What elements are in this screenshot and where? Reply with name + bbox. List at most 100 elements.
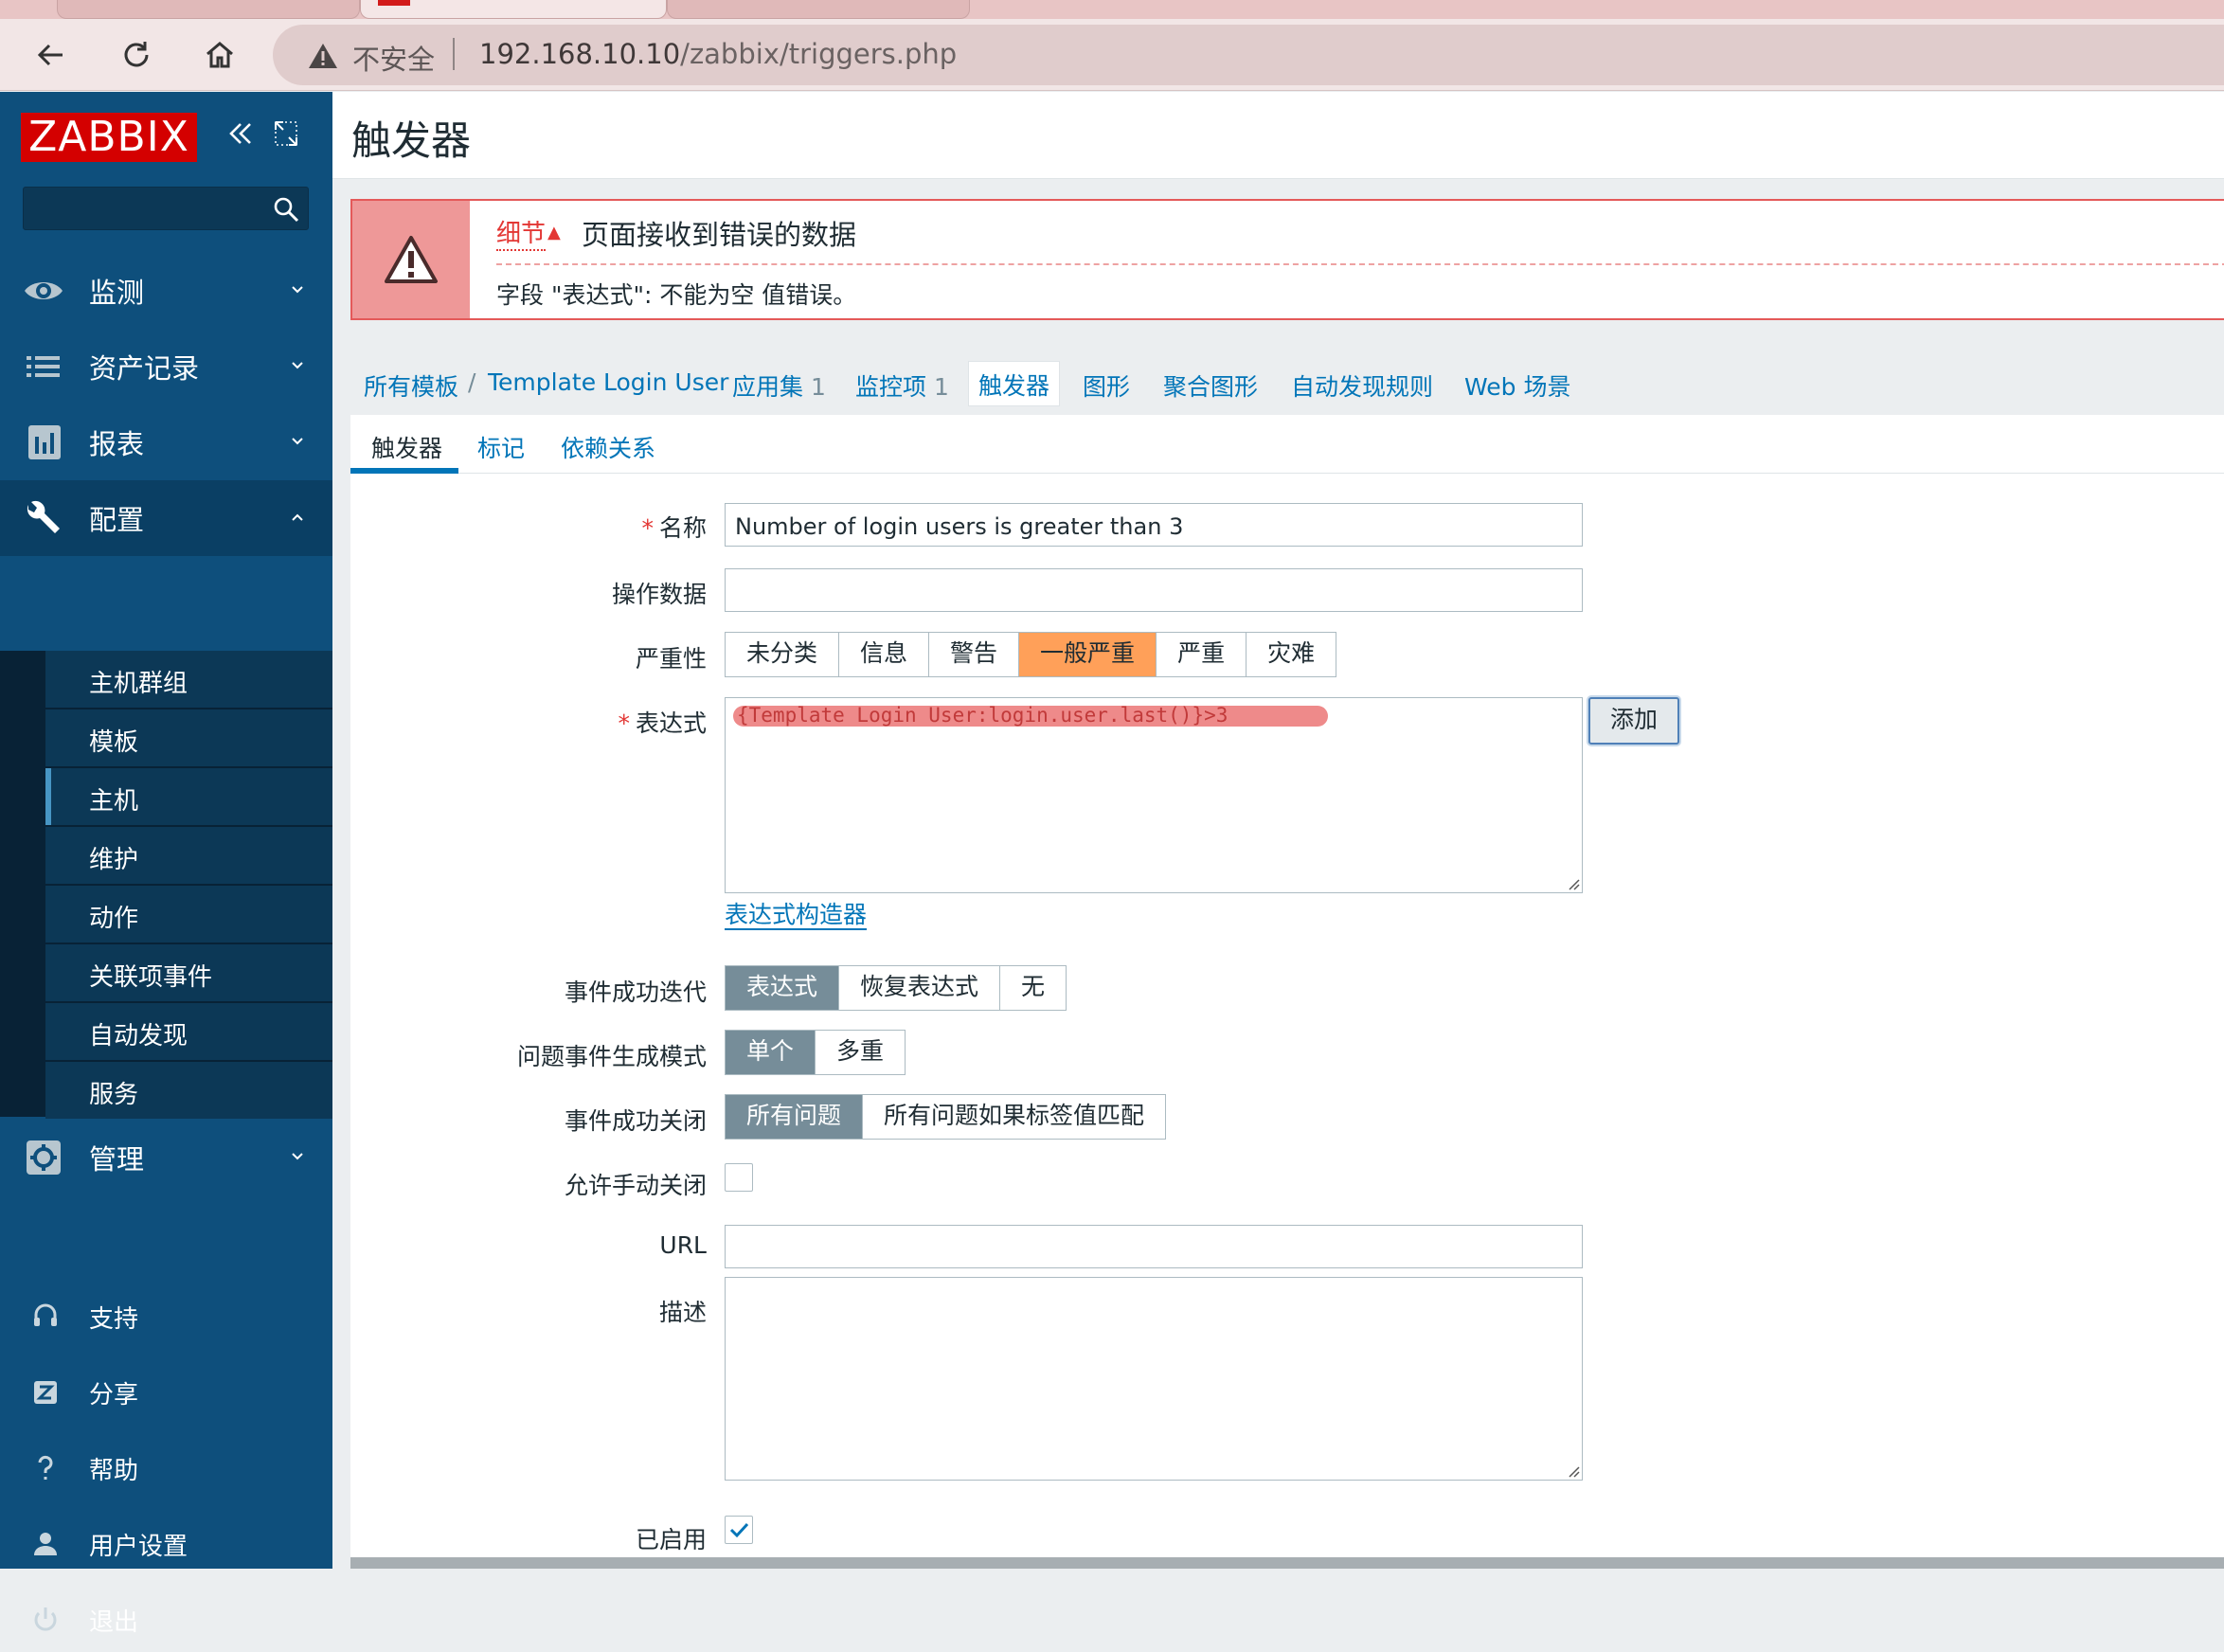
menu-configuration[interactable]: 配置 bbox=[0, 480, 332, 556]
description-textarea[interactable] bbox=[725, 1277, 1583, 1481]
submenu-maintenance[interactable]: 维护 bbox=[45, 827, 332, 884]
page-title: 触发器 bbox=[351, 117, 472, 164]
horizontal-scrollbar[interactable] bbox=[350, 1557, 2224, 1569]
active-tab-indicator bbox=[350, 468, 458, 474]
sidebar-search-input[interactable] bbox=[23, 187, 309, 230]
submenu-label: 动作 bbox=[89, 905, 139, 933]
menu-label: 资产记录 bbox=[89, 352, 200, 385]
submenu-host-groups[interactable]: 主机群组 bbox=[45, 651, 332, 708]
expression-constructor-link[interactable]: 表达式构造器 bbox=[725, 902, 868, 930]
resize-handle-icon[interactable] bbox=[1567, 1464, 1580, 1478]
nav-web-scenarios[interactable]: Web 场景 bbox=[1464, 368, 1570, 403]
nav-discovery-rules[interactable]: 自动发现规则 bbox=[1291, 368, 1433, 403]
tab-trigger[interactable]: 触发器 bbox=[371, 430, 442, 464]
sidebar-user-settings[interactable]: 用户设置 bbox=[0, 1510, 332, 1576]
home-button[interactable] bbox=[195, 30, 244, 80]
sidebar-share[interactable]: 分享 bbox=[0, 1358, 332, 1425]
name-input[interactable]: Number of login users is greater than 3 bbox=[725, 503, 1583, 547]
nav-label: 监控项 bbox=[855, 373, 927, 401]
tab-dependencies[interactable]: 依赖关系 bbox=[561, 430, 655, 464]
breadcrumb-template[interactable]: Template Login User bbox=[488, 368, 728, 396]
submenu-event-correlation[interactable]: 关联项事件 bbox=[45, 944, 332, 1001]
severity-disaster[interactable]: 灾难 bbox=[1247, 633, 1336, 676]
message-details-toggle[interactable]: 细节 bbox=[496, 214, 547, 251]
menu-reports[interactable]: 报表 bbox=[0, 404, 332, 480]
url-path: /zabbix/triggers.php bbox=[680, 38, 958, 70]
zabbix-logo[interactable]: ZABBIX bbox=[21, 113, 197, 162]
enabled-checkbox[interactable] bbox=[725, 1516, 753, 1544]
ok-event-expression[interactable]: 表达式 bbox=[726, 966, 840, 1010]
severity-label: 严重性 bbox=[635, 645, 707, 673]
manual-close-checkbox[interactable] bbox=[725, 1163, 753, 1192]
kiosk-mode-icon[interactable] bbox=[273, 118, 299, 149]
reload-button[interactable] bbox=[112, 30, 161, 80]
url-text[interactable]: 192.168.10.10/zabbix/triggers.php bbox=[479, 38, 957, 70]
back-button[interactable] bbox=[27, 30, 76, 80]
problem-mode-single[interactable]: 单个 bbox=[726, 1031, 816, 1074]
expression-value: {Template Login User:login.user.last()}>… bbox=[737, 704, 1229, 727]
menu-monitoring[interactable]: 监测 bbox=[0, 253, 332, 329]
not-secure-label[interactable]: 不安全 bbox=[352, 38, 435, 78]
severity-high[interactable]: 严重 bbox=[1157, 633, 1247, 676]
nav-items[interactable]: 监控项 1 bbox=[855, 368, 949, 403]
arrow-up-icon[interactable]: ▲ bbox=[547, 223, 561, 242]
browser-toolbar: 不安全 192.168.10.10/zabbix/triggers.php bbox=[0, 19, 2224, 91]
address-bar[interactable]: 不安全 192.168.10.10/zabbix/triggers.php bbox=[273, 25, 2224, 85]
message-divider bbox=[496, 263, 2224, 265]
browser-tab[interactable] bbox=[667, 0, 970, 19]
severity-information[interactable]: 信息 bbox=[839, 633, 930, 676]
zabbix-favicon-icon bbox=[378, 0, 410, 6]
menu-inventory[interactable]: 资产记录 bbox=[0, 329, 332, 404]
opdata-input[interactable] bbox=[725, 568, 1583, 612]
browser-tab[interactable] bbox=[57, 0, 360, 19]
expression-label: * 表达式 bbox=[328, 705, 707, 739]
menu-administration[interactable]: 管理 bbox=[0, 1120, 332, 1195]
problem-mode-toggle: 单个 多重 bbox=[725, 1030, 906, 1075]
headset-icon bbox=[34, 1303, 57, 1326]
nav-graphs[interactable]: 图形 bbox=[1083, 368, 1130, 403]
menu-label: 报表 bbox=[89, 428, 145, 460]
expression-textarea[interactable]: {Template Login User:login.user.last()}>… bbox=[725, 697, 1583, 893]
tab-tags[interactable]: 标记 bbox=[477, 430, 525, 464]
submenu-label: 模板 bbox=[89, 728, 139, 757]
ok-event-recovery-expression[interactable]: 恢复表达式 bbox=[839, 966, 1001, 1010]
menu-label: 配置 bbox=[89, 504, 145, 536]
error-message-box: 细节 ▲ 页面接收到错误的数据 字段 "表达式": 不能为空 值错误。 bbox=[350, 199, 2224, 320]
browser-tab-active[interactable] bbox=[360, 0, 667, 19]
severity-warning[interactable]: 警告 bbox=[929, 633, 1020, 676]
submenu-templates[interactable]: 模板 bbox=[45, 709, 332, 766]
nav-triggers[interactable]: 触发器 bbox=[968, 361, 1061, 406]
nav-applications[interactable]: 应用集 1 bbox=[732, 368, 826, 403]
url-input[interactable] bbox=[725, 1225, 1583, 1268]
sidebar-sign-out[interactable]: 退出 bbox=[0, 1586, 332, 1652]
ok-close-tag-match[interactable]: 所有问题如果标签值匹配 bbox=[863, 1095, 1165, 1139]
ok-event-generation-label: 事件成功迭代 bbox=[564, 979, 707, 1006]
severity-not-classified[interactable]: 未分类 bbox=[726, 633, 840, 676]
problem-mode-multiple[interactable]: 多重 bbox=[816, 1031, 905, 1074]
ok-close-all-problems[interactable]: 所有问题 bbox=[726, 1095, 864, 1139]
sidebar-help[interactable]: 帮助 bbox=[0, 1434, 332, 1500]
submenu-actions[interactable]: 动作 bbox=[45, 886, 332, 943]
submenu-label: 主机 bbox=[89, 787, 139, 816]
breadcrumb-separator: / bbox=[468, 368, 476, 396]
problem-mode-label: 问题事件生成模式 bbox=[516, 1043, 707, 1070]
add-expression-button[interactable]: 添加 bbox=[1588, 697, 1679, 745]
browser-tab-strip bbox=[0, 0, 2224, 19]
submenu-hosts[interactable]: 主机 bbox=[45, 768, 332, 825]
nav-count: 1 bbox=[934, 373, 949, 401]
label-text: 表达式 bbox=[635, 709, 707, 737]
nav-label: 应用集 bbox=[732, 373, 804, 401]
chevron-down-icon bbox=[292, 362, 303, 369]
collapse-sidebar-icon[interactable] bbox=[225, 118, 256, 149]
submenu-discovery[interactable]: 自动发现 bbox=[45, 1003, 332, 1060]
search-icon[interactable] bbox=[272, 195, 300, 224]
sidebar-support[interactable]: 支持 bbox=[0, 1283, 332, 1349]
severity-average[interactable]: 一般严重 bbox=[1019, 633, 1157, 676]
ok-event-none[interactable]: 无 bbox=[1000, 966, 1066, 1010]
nav-screens[interactable]: 聚合图形 bbox=[1163, 368, 1258, 403]
breadcrumb-all-templates[interactable]: 所有模板 bbox=[364, 368, 458, 403]
submenu-services[interactable]: 服务 bbox=[45, 1062, 332, 1119]
resize-handle-icon[interactable] bbox=[1567, 877, 1580, 890]
ok-event-closes-toggle: 所有问题 所有问题如果标签值匹配 bbox=[725, 1094, 1167, 1140]
power-icon bbox=[34, 1607, 57, 1631]
